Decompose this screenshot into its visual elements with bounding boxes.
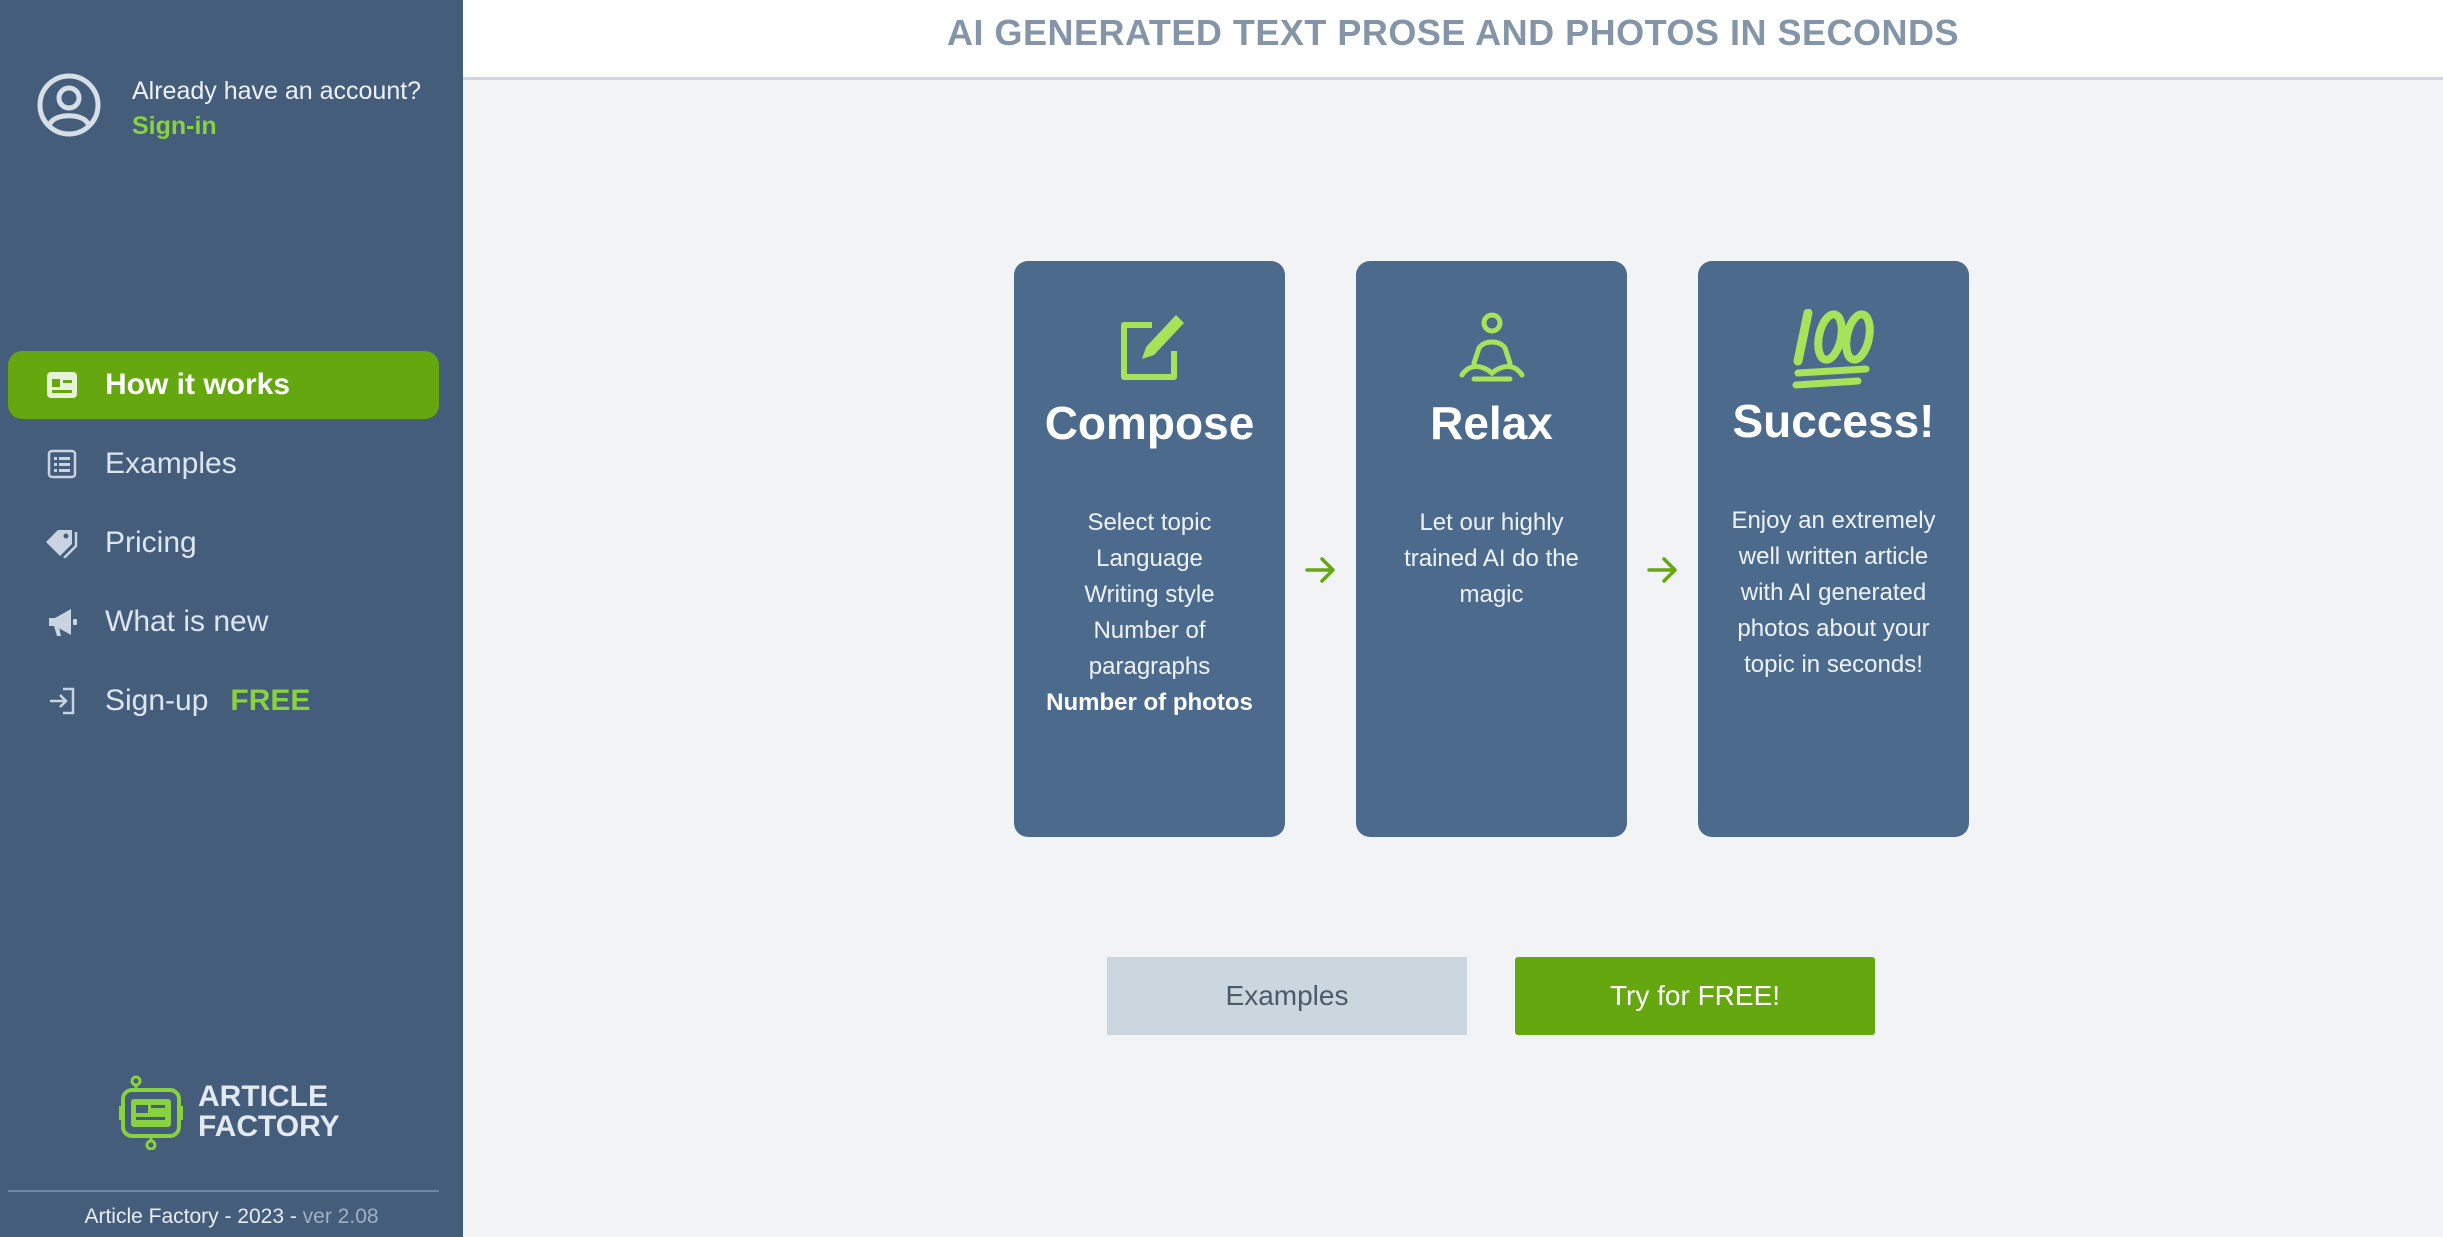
hundred-icon <box>1792 309 1874 389</box>
robot-logo-icon <box>119 1075 183 1150</box>
arrow-right-icon <box>1305 557 1335 583</box>
sidebar-item-label: Sign-up <box>105 684 209 717</box>
meditation-icon <box>1459 312 1524 382</box>
sidebar-item-sign-up[interactable]: Sign-up FREE <box>8 667 439 735</box>
brand-name-line1: ARTICLE <box>198 1080 328 1113</box>
free-badge: FREE <box>230 684 311 717</box>
id-card-icon <box>44 367 80 403</box>
step-line: Select topic <box>1087 509 1212 536</box>
megaphone-icon <box>44 604 80 640</box>
step-card-compose: Compose Select topic Language Writing st… <box>1014 261 1285 837</box>
arrow-right-icon <box>1647 557 1677 583</box>
version-label: ver 2.08 <box>302 1205 379 1228</box>
sidebar-item-how-it-works[interactable]: How it works <box>8 351 439 419</box>
sidebar: Already have an account? Sign-in How it … <box>0 0 463 1237</box>
step-line: Language <box>1096 545 1203 572</box>
sidebar-item-pricing[interactable]: Pricing <box>8 509 439 577</box>
account-prompt: Already have an account? Sign-in <box>36 72 421 144</box>
sidebar-item-label: What is new <box>105 605 269 638</box>
tags-icon <box>44 525 80 561</box>
sidebar-item-label: Examples <box>105 447 237 480</box>
step-line: Writing style <box>1084 581 1215 608</box>
sidebar-item-examples[interactable]: Examples <box>8 430 439 498</box>
step-title: Compose <box>1044 397 1255 449</box>
step-card-success: Success! Enjoy an extremely well written… <box>1698 261 1969 837</box>
step-description: Enjoy an extremely well written article … <box>1731 507 1936 678</box>
step-line: Number of paragraphs <box>1088 617 1211 680</box>
sidebar-footer: Article Factory - 2023 - ver 2.08 <box>0 1205 463 1229</box>
brand-logo[interactable]: ARTICLE FACTORY <box>118 1074 340 1150</box>
user-circle-icon[interactable] <box>36 72 102 138</box>
sidebar-item-what-is-new[interactable]: What is new <box>8 588 439 656</box>
page-title: AI GENERATED TEXT PROSE AND PHOTOS IN SE… <box>947 12 1959 53</box>
account-question: Already have an account? <box>132 77 422 105</box>
footer-text: Article Factory - 2023 - <box>84 1205 303 1228</box>
edit-icon <box>1120 315 1184 380</box>
step-description: Let our highly trained AI do the magic <box>1404 509 1579 608</box>
sign-in-link[interactable]: Sign-in <box>132 108 421 144</box>
try-free-button[interactable]: Try for FREE! <box>1515 957 1875 1035</box>
sidebar-item-label: How it works <box>105 368 291 401</box>
examples-button[interactable]: Examples <box>1107 957 1467 1035</box>
step-title: Relax <box>1430 397 1553 449</box>
step-line-bold: Number of photos <box>1046 689 1253 716</box>
page-header: AI GENERATED TEXT PROSE AND PHOTOS IN SE… <box>463 0 2443 80</box>
brand-name-line2: FACTORY <box>198 1110 340 1143</box>
sidebar-nav: How it works Examples Pricing What is ne… <box>8 351 439 746</box>
step-title: Success! <box>1732 395 1935 447</box>
step-card-relax: Relax Let our highly trained AI do the m… <box>1356 261 1627 837</box>
sign-in-icon <box>44 683 80 719</box>
step-description: Select topic Language Writing style Numb… <box>1014 505 1285 721</box>
sidebar-divider <box>8 1190 439 1192</box>
sidebar-item-label: Pricing <box>105 526 197 559</box>
list-icon <box>44 446 80 482</box>
